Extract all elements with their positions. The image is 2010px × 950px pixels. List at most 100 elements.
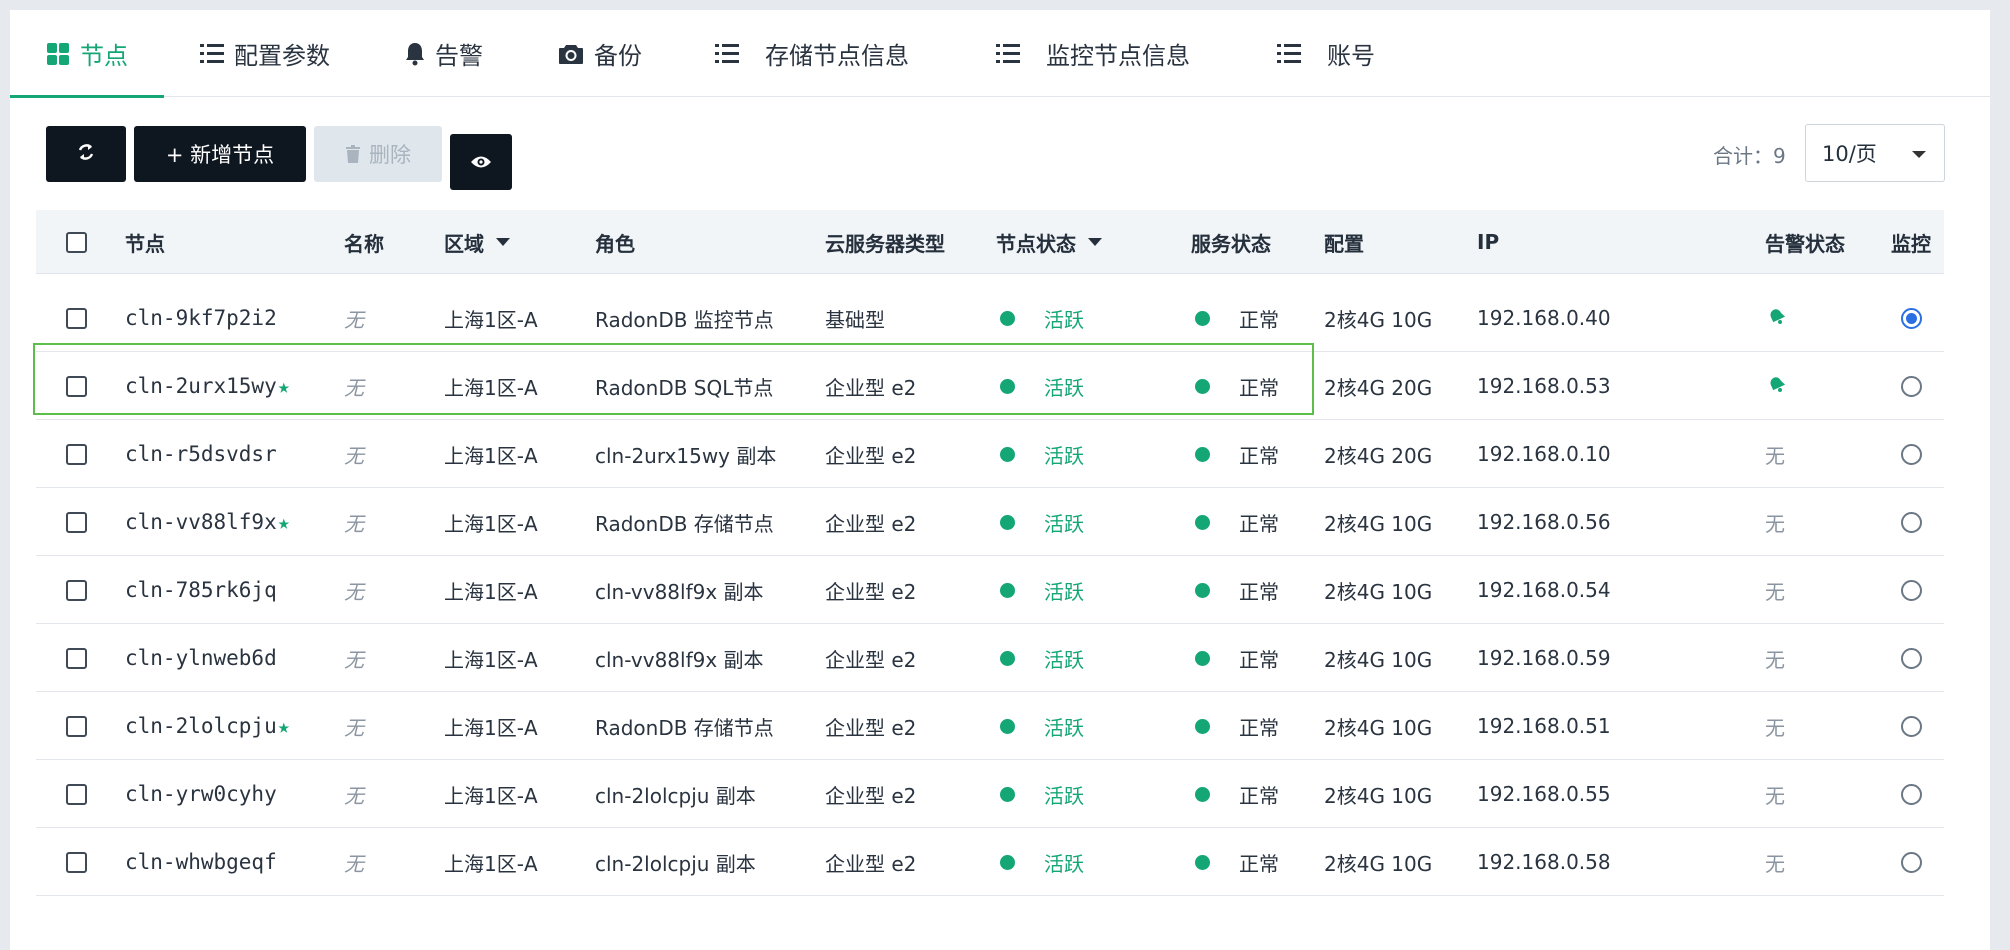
row-checkbox[interactable] (66, 851, 87, 873)
role: cln-vv88lf9x 副本 (595, 579, 764, 604)
role: RadonDB 存储节点 (595, 511, 774, 536)
table-row[interactable]: cln-2lolcpju ★ 无 上海1区-A RadonDB 存储节点 企业型 e2 活跃… (36, 692, 1944, 760)
server-type: 企业型 e2 (825, 783, 917, 808)
node-id[interactable]: cln-ylnweb6d (125, 646, 277, 670)
zone: 上海1区-A (444, 579, 538, 604)
node-id[interactable]: cln-yrw0cyhy (125, 782, 277, 806)
table-row[interactable]: cln-yrw0cyhy 无 上海1区-A cln-2lolcpju 副本 企业型 e2… (36, 760, 1944, 828)
service-status: 正常 (1239, 647, 1279, 672)
alert-status: 无 (1765, 443, 1785, 468)
col-server-type: 云服务器类型 (825, 231, 945, 256)
row-checkbox[interactable] (66, 647, 87, 669)
zone: 上海1区-A (444, 307, 538, 332)
node-name: 无 (344, 783, 364, 808)
bell-icon (405, 42, 425, 66)
server-type: 企业型 e2 (825, 851, 917, 876)
monitor-radio[interactable] (1901, 443, 1922, 465)
node-status: 活跃 (1044, 511, 1084, 536)
row-checkbox[interactable] (66, 783, 87, 805)
node-id[interactable]: cln-r5dsvdsr (125, 442, 277, 466)
col-node-status-filter[interactable]: 节点状态 (996, 210, 1102, 274)
col-role: 角色 (595, 231, 635, 256)
monitor-radio[interactable] (1901, 715, 1922, 737)
server-type: 企业型 e2 (825, 375, 917, 400)
tab-nodes[interactable]: 节点 (10, 10, 164, 98)
tab-alerts[interactable]: 告警 (405, 10, 483, 97)
config: 2核4G 10G (1324, 307, 1433, 332)
select-all-checkbox[interactable] (66, 231, 87, 253)
alert-status: 无 (1765, 715, 1785, 740)
node-id[interactable]: cln-9kf7p2i2 (125, 306, 277, 330)
tab-backup[interactable]: 备份 (558, 10, 642, 97)
zone: 上海1区-A (444, 375, 538, 400)
refresh-icon (76, 142, 96, 167)
table-row[interactable]: cln-2urx15wy ★ 无 上海1区-A RadonDB SQL节点 企业型 e2 活… (36, 352, 1944, 420)
list-icon (200, 43, 224, 64)
table-row[interactable]: cln-785rk6jq 无 上海1区-A cln-vv88lf9x 副本 企业型 e2… (36, 556, 1944, 624)
tab-config-params[interactable]: 配置参数 (200, 10, 330, 97)
monitor-radio[interactable] (1901, 647, 1922, 669)
node-status-dot (1000, 582, 1015, 598)
tab-accounts[interactable]: 账号 (1277, 10, 1375, 97)
service-status: 正常 (1239, 579, 1279, 604)
node-id[interactable]: cln-2urx15wy (125, 374, 277, 398)
row-checkbox[interactable] (66, 579, 87, 601)
page-size-select[interactable]: 10/页 (1805, 124, 1945, 182)
refresh-button[interactable] (46, 126, 126, 182)
row-checkbox[interactable] (66, 715, 87, 737)
col-service-status: 服务状态 (1191, 231, 1271, 256)
col-monitor: 监控 (1891, 231, 1931, 256)
table-row[interactable]: cln-9kf7p2i2 无 上海1区-A RadonDB 监控节点 基础型 活跃 正常 2核… (36, 284, 1944, 352)
delete-button[interactable]: 删除 (314, 126, 442, 182)
monitor-radio[interactable] (1901, 579, 1922, 601)
node-name: 无 (344, 647, 364, 672)
row-checkbox[interactable] (66, 511, 87, 533)
table-header: 节点 名称 区域 角色 云服务器类型 节点状态 服务状态 配置 IP 告警状态 … (36, 210, 1944, 274)
monitor-radio[interactable] (1901, 851, 1922, 873)
alert-status: 无 (1765, 511, 1785, 536)
tab-label: 节点 (80, 42, 128, 70)
col-name: 名称 (344, 231, 384, 256)
row-checkbox[interactable] (66, 307, 87, 329)
role: cln-vv88lf9x 副本 (595, 647, 764, 672)
service-status: 正常 (1239, 851, 1279, 876)
node-status-dot (1000, 786, 1015, 802)
monitor-radio[interactable] (1901, 511, 1922, 533)
zone: 上海1区-A (444, 443, 538, 468)
zone: 上海1区-A (444, 715, 538, 740)
add-node-button[interactable]: + 新增节点 (134, 126, 306, 182)
ip-address: 192.168.0.56 (1477, 510, 1611, 534)
table-row[interactable]: cln-r5dsvdsr 无 上海1区-A cln-2urx15wy 副本 企业型 e2… (36, 420, 1944, 488)
monitor-radio[interactable] (1901, 783, 1922, 805)
role: cln-2urx15wy 副本 (595, 443, 777, 468)
node-id[interactable]: cln-whwbgeqf (125, 850, 277, 874)
col-zone-filter[interactable]: 区域 (444, 210, 510, 274)
node-status: 活跃 (1044, 307, 1084, 332)
alert-bell-icon[interactable] (1768, 374, 1786, 398)
role: RadonDB 存储节点 (595, 715, 774, 740)
tab-label: 配置参数 (234, 42, 330, 70)
node-id[interactable]: cln-vv88lf9x (125, 510, 277, 534)
alert-bell-icon[interactable] (1768, 306, 1786, 330)
column-visibility-button[interactable] (450, 134, 512, 190)
node-id[interactable]: cln-2lolcpju (125, 714, 277, 738)
monitor-radio[interactable] (1901, 375, 1922, 397)
table-row[interactable]: cln-vv88lf9x ★ 无 上海1区-A RadonDB 存储节点 企业型 e2 活跃… (36, 488, 1944, 556)
table-row[interactable]: cln-ylnweb6d 无 上海1区-A cln-vv88lf9x 副本 企业型 e2… (36, 624, 1944, 692)
node-id[interactable]: cln-785rk6jq (125, 578, 277, 602)
monitor-radio[interactable] (1901, 307, 1922, 329)
node-status-dot (1000, 650, 1015, 666)
zone: 上海1区-A (444, 851, 538, 876)
row-checkbox[interactable] (66, 375, 87, 397)
page-size-value: 10/页 (1822, 142, 1877, 166)
row-checkbox[interactable] (66, 443, 87, 465)
ip-address: 192.168.0.55 (1477, 782, 1611, 806)
table-row[interactable]: cln-whwbgeqf 无 上海1区-A cln-2lolcpju 副本 企业型 e2… (36, 828, 1944, 896)
node-status-dot (1000, 446, 1015, 462)
service-status-dot (1195, 378, 1210, 394)
node-name: 无 (344, 443, 364, 468)
tab-monitor-node-info[interactable]: 监控节点信息 (996, 10, 1190, 97)
camera-icon (558, 43, 584, 65)
trash-icon (345, 144, 361, 164)
tab-storage-node-info[interactable]: 存储节点信息 (715, 10, 909, 97)
